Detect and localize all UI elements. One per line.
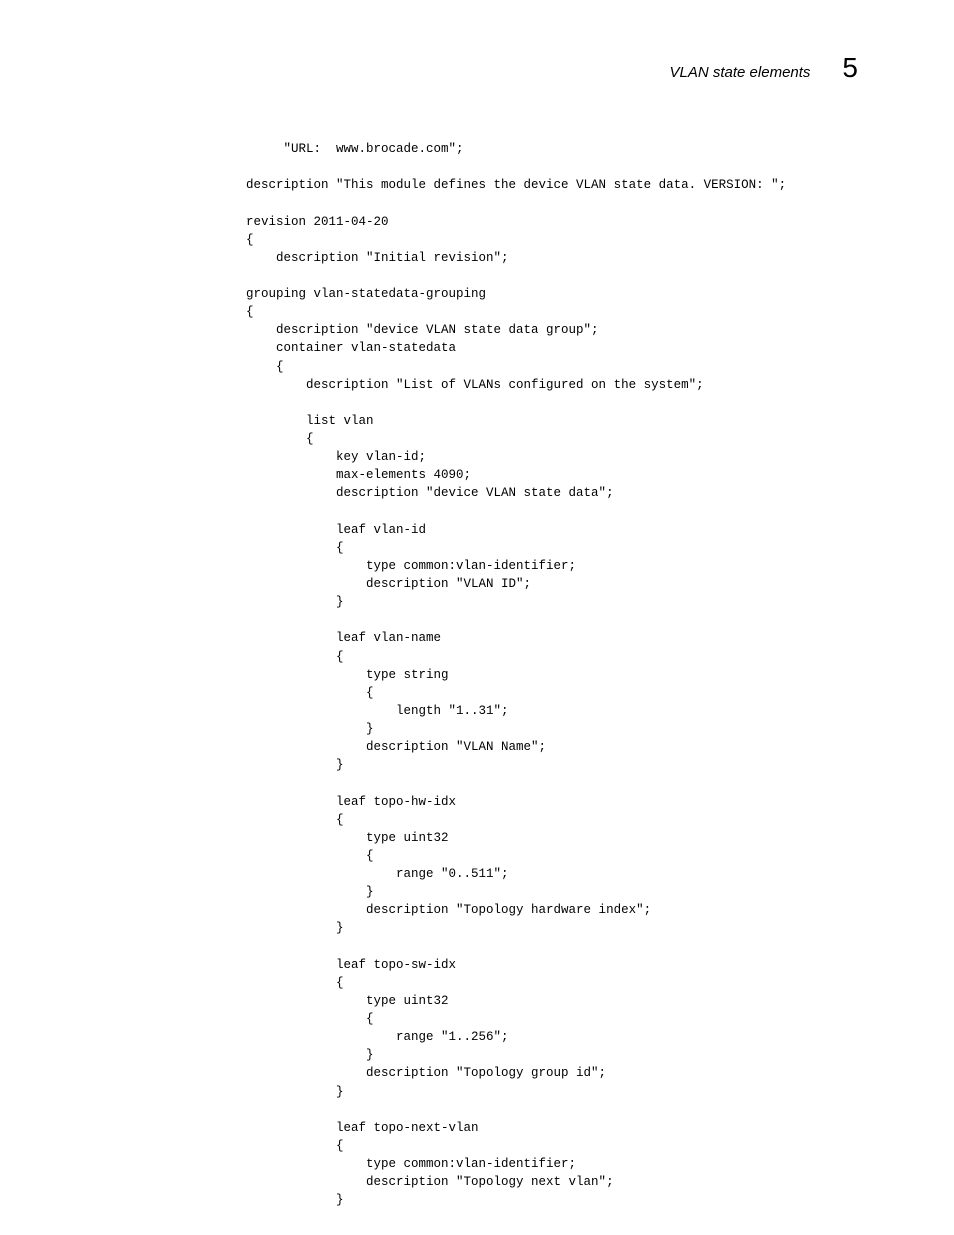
chapter-number: 5 — [842, 52, 858, 84]
page: VLAN state elements 5 "URL: www.brocade.… — [0, 0, 954, 1235]
page-header: VLAN state elements 5 — [670, 52, 858, 84]
header-title: VLAN state elements — [670, 64, 811, 81]
code-block: "URL: www.brocade.com"; description "Thi… — [216, 140, 874, 1209]
